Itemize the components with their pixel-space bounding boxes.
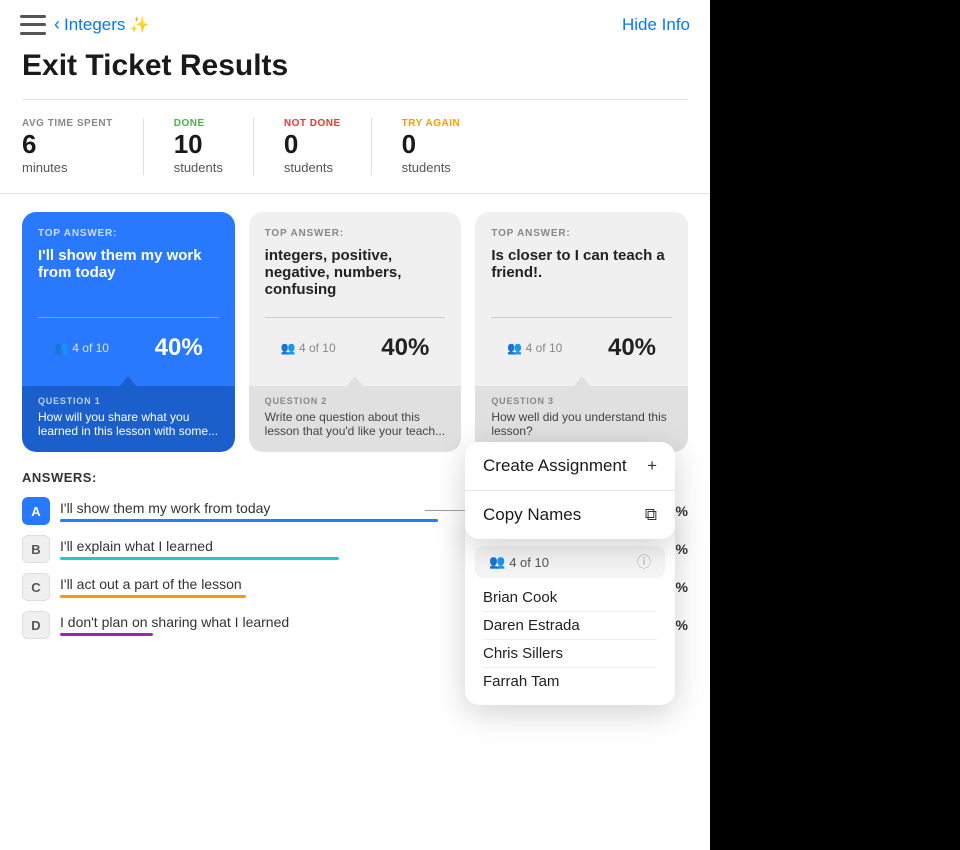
- student-3: Chris Sillers: [483, 640, 657, 668]
- answer-bar-b: [60, 557, 339, 560]
- card-top-label-3: TOP ANSWER:: [491, 228, 672, 239]
- copy-icon: ⧉: [645, 505, 657, 525]
- stat-value-done: 10: [174, 129, 223, 160]
- answer-letter-a: A: [22, 497, 50, 525]
- q-label-1: QUESTION 1: [38, 396, 219, 406]
- stats-row: AVG TIME SPENT 6 minutes DONE 10 student…: [0, 100, 710, 194]
- dropdown-popup: Create Assignment + Copy Names ⧉: [465, 442, 675, 539]
- card-people-1: 👥 4 of 10: [54, 341, 109, 355]
- stat-value-not-done: 0: [284, 129, 341, 160]
- card-question-2[interactable]: TOP ANSWER: integers, positive, negative…: [249, 212, 462, 452]
- top-nav: ‹ Integers ✨ Hide Info: [0, 0, 710, 45]
- stat-sub-try-again: students: [402, 160, 461, 175]
- stat-sub-avg: minutes: [22, 160, 113, 175]
- stat-try-again: TRY AGAIN 0 students: [402, 118, 491, 175]
- q-text-2: Write one question about this lesson tha…: [265, 410, 446, 438]
- card-question-1[interactable]: TOP ANSWER: I'll show them my work from …: [22, 212, 235, 452]
- stat-value-avg: 6: [22, 129, 113, 160]
- card-question-area-1: QUESTION 1 How will you share what you l…: [22, 386, 235, 452]
- q-text-1: How will you share what you learned in t…: [38, 410, 219, 438]
- q-text-3: How well did you understand this lesson?: [491, 410, 672, 438]
- q-label-3: QUESTION 3: [491, 396, 672, 406]
- page-title: Exit Ticket Results: [0, 45, 710, 99]
- student-2: Daren Estrada: [483, 612, 657, 640]
- stat-label-done: DONE: [174, 118, 223, 129]
- copy-names-label: Copy Names: [483, 505, 581, 525]
- info-icon: ⓘ: [637, 552, 651, 572]
- create-assignment-label: Create Assignment: [483, 456, 627, 476]
- answer-letter-b: B: [22, 535, 50, 563]
- answer-letter-d: D: [22, 611, 50, 639]
- card-answer-2: integers, positive, negative, numbers, c…: [265, 247, 446, 309]
- back-chevron-icon: ‹: [54, 14, 60, 35]
- stat-not-done: NOT DONE 0 students: [284, 118, 372, 175]
- card-top-label-1: TOP ANSWER:: [38, 228, 219, 239]
- stat-done: DONE 10 students: [174, 118, 254, 175]
- card-percent-1: 40%: [155, 334, 203, 362]
- card-question-area-2: QUESTION 2 Write one question about this…: [249, 386, 462, 452]
- card-answer-1: I'll show them my work from today: [38, 247, 219, 309]
- stat-label-not-done: NOT DONE: [284, 118, 341, 129]
- answer-bar-d: [60, 633, 153, 636]
- card-percent-3: 40%: [608, 334, 656, 362]
- cards-row: TOP ANSWER: I'll show them my work from …: [0, 194, 710, 452]
- answer-letter-c: C: [22, 573, 50, 601]
- popup-connector-line: [425, 510, 465, 511]
- hide-info-button[interactable]: Hide Info: [622, 15, 690, 35]
- student-1: Brian Cook: [483, 584, 657, 612]
- card-question-3[interactable]: TOP ANSWER: Is closer to I can teach a f…: [475, 212, 688, 452]
- stat-label-try-again: TRY AGAIN: [402, 118, 461, 129]
- stat-sub-done: students: [174, 160, 223, 175]
- students-count: 👥 4 of 10: [489, 554, 549, 570]
- students-dropdown: STUDENTS: 👥 4 of 10 ⓘ Brian Cook Daren E…: [465, 518, 675, 705]
- sparkle-icon: ✨: [129, 15, 149, 35]
- stat-sub-not-done: students: [284, 160, 341, 175]
- card-top-label-2: TOP ANSWER:: [265, 228, 446, 239]
- student-4: Farrah Tam: [483, 668, 657, 695]
- sidebar-toggle-button[interactable]: [20, 15, 46, 35]
- stat-label-avg: AVG TIME SPENT: [22, 118, 113, 129]
- breadcrumb: Integers: [64, 15, 125, 35]
- card-people-2: 👥 4 of 10: [281, 341, 336, 355]
- create-assignment-button[interactable]: Create Assignment +: [465, 442, 675, 491]
- stat-avg-time: AVG TIME SPENT 6 minutes: [22, 118, 144, 175]
- students-list: Brian Cook Daren Estrada Chris Sillers F…: [465, 578, 675, 695]
- card-answer-3: Is closer to I can teach a friend!.: [491, 247, 672, 309]
- card-percent-2: 40%: [381, 334, 429, 362]
- back-button[interactable]: ‹ Integers ✨: [54, 14, 149, 35]
- q-label-2: QUESTION 2: [265, 396, 446, 406]
- card-people-3: 👥 4 of 10: [507, 341, 562, 355]
- plus-icon: +: [647, 456, 657, 476]
- students-count-row: 👥 4 of 10 ⓘ: [475, 546, 665, 578]
- answer-bar-a: [60, 519, 438, 522]
- answer-bar-c: [60, 595, 246, 598]
- copy-names-button[interactable]: Copy Names ⧉: [465, 491, 675, 539]
- stat-value-try-again: 0: [402, 129, 461, 160]
